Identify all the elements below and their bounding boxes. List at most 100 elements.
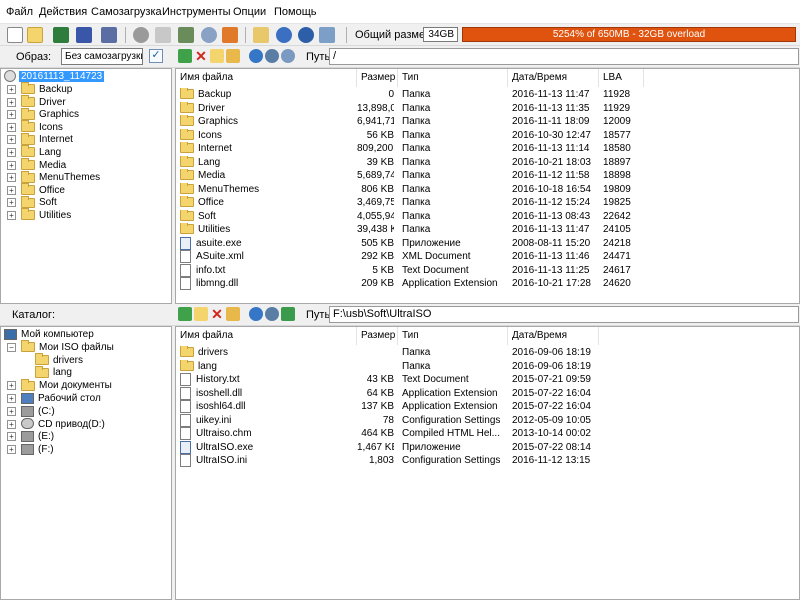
- table-row[interactable]: Graphics 6,941,717 KB Папка 2016-11-11 18:0…: [176, 115, 799, 129]
- iso-tree-root[interactable]: 20161113_114723: [4, 70, 105, 83]
- table-row[interactable]: asuite.exe 505 KB Приложение 2008-08-11 15:…: [176, 236, 799, 251]
- local-tree-item[interactable]: + CD привод(D:): [7, 418, 105, 431]
- table-row[interactable]: UltraISO.exe 1,467 KB Приложение 2015-07-22…: [176, 440, 799, 455]
- expand-icon[interactable]: +: [7, 211, 16, 220]
- col-header-type[interactable]: Тип: [398, 327, 508, 345]
- iso-tree-item[interactable]: + Driver: [7, 94, 66, 109]
- local-tree-item[interactable]: lang: [21, 365, 72, 379]
- local-tree-item[interactable]: + Мои документы: [7, 378, 112, 392]
- table-row[interactable]: Driver 13,898,062 ... Папка 2016-11-13 11:3…: [176, 101, 799, 116]
- info-icon[interactable]: [253, 27, 269, 43]
- iso-tree-item[interactable]: + Media: [7, 157, 66, 172]
- up-arrow-icon[interactable]: [178, 307, 192, 321]
- expand-icon[interactable]: +: [7, 185, 16, 195]
- expand-icon[interactable]: +: [7, 97, 16, 107]
- iso-tree-item[interactable]: + Backup: [7, 82, 72, 96]
- gear-icon[interactable]: [265, 49, 279, 63]
- table-row[interactable]: Media 5,689,747 KB Папка 2016-11-12 11:58 18…: [176, 169, 799, 183]
- iso-tree-item[interactable]: + Office: [7, 183, 65, 197]
- check-icon[interactable]: ✓: [149, 49, 163, 63]
- iso-path-field[interactable]: /: [329, 48, 799, 65]
- burn-icon[interactable]: [201, 27, 217, 43]
- expand-icon[interactable]: +: [7, 381, 16, 391]
- iso-tree-item[interactable]: + Internet: [7, 132, 73, 146]
- table-row[interactable]: lang Папка 2016-09-06 18:19: [176, 359, 799, 374]
- save-as-icon[interactable]: [76, 27, 92, 43]
- globe-icon[interactable]: [249, 49, 263, 63]
- table-row[interactable]: libmng.dll 209 KB Application Extension 201…: [176, 277, 799, 291]
- boot-field[interactable]: Без самозагрузки: [61, 48, 143, 65]
- expand-icon[interactable]: +: [7, 173, 16, 183]
- catalog-path-field[interactable]: F:\usb\Soft\UltraISO: [329, 306, 799, 323]
- close-icon[interactable]: [319, 27, 335, 43]
- table-row[interactable]: MenuThemes 806 KB Папка 2016-10-18 16:54 198…: [176, 182, 799, 197]
- expand-icon[interactable]: +: [7, 406, 16, 416]
- table-row[interactable]: info.txt 5 KB Text Document 2016-11-13 11:2…: [176, 263, 799, 278]
- expand-icon[interactable]: −: [7, 342, 16, 352]
- extract-icon[interactable]: [133, 27, 149, 43]
- table-row[interactable]: History.txt 43 KB Text Document 2015-07-21 …: [176, 373, 799, 387]
- table-row[interactable]: ASuite.xml 292 KB XML Document 2016-11-13 1…: [176, 250, 799, 264]
- local-tree-item[interactable]: + Рабочий стол: [7, 392, 101, 405]
- table-row[interactable]: Ultraiso.chm 464 KB Compiled HTML Hel... 20…: [176, 427, 799, 441]
- expand-icon[interactable]: +: [7, 135, 16, 145]
- table-row[interactable]: Lang 39 KB Папка 2016-10-21 18:03 18897: [176, 155, 799, 170]
- table-row[interactable]: Backup 0 Папка 2016-11-13 11:47 11928: [176, 88, 799, 102]
- expand-icon[interactable]: +: [7, 432, 16, 442]
- open-icon[interactable]: [27, 27, 43, 43]
- save-icon[interactable]: [53, 27, 69, 43]
- table-row[interactable]: isoshl64.dll 137 KB Application Extension 2…: [176, 400, 799, 414]
- gear-icon[interactable]: [265, 307, 279, 321]
- col-header-name[interactable]: Имя файла: [176, 327, 357, 345]
- new-folder-icon[interactable]: [210, 49, 224, 63]
- menu-file[interactable]: Файл: [6, 6, 33, 18]
- refresh-icon[interactable]: [281, 307, 295, 321]
- col-header-size[interactable]: Размер: [357, 327, 398, 345]
- menu-boot[interactable]: Самозагрузка: [91, 6, 162, 18]
- rename-icon[interactable]: [226, 307, 240, 321]
- expand-icon[interactable]: +: [7, 110, 16, 120]
- iso-tree-item[interactable]: + Graphics: [7, 107, 79, 121]
- menu-actions[interactable]: Действия: [39, 6, 87, 18]
- iso-tree-item[interactable]: + Icons: [7, 120, 63, 134]
- refresh-icon[interactable]: [281, 49, 295, 63]
- globe-icon[interactable]: [249, 307, 263, 321]
- menu-help[interactable]: Помощь: [274, 6, 317, 18]
- properties-icon[interactable]: [222, 27, 238, 43]
- table-row[interactable]: Utilities 39,438 KB Папка 2016-11-13 11:47 2…: [176, 223, 799, 237]
- expand-icon[interactable]: +: [7, 160, 16, 170]
- expand-icon[interactable]: +: [7, 122, 16, 132]
- expand-icon[interactable]: +: [7, 85, 16, 94]
- expand-icon[interactable]: +: [7, 394, 16, 403]
- table-row[interactable]: Internet 809,200 KB Папка 2016-11-13 11:14 1…: [176, 142, 799, 156]
- expand-icon[interactable]: +: [7, 148, 16, 157]
- exit-icon[interactable]: [298, 27, 314, 43]
- table-row[interactable]: UltraISO.ini 1,803 Configuration Settings 2…: [176, 454, 799, 468]
- expand-icon[interactable]: +: [7, 445, 16, 455]
- delete-icon[interactable]: ✕: [194, 49, 208, 63]
- mount-icon[interactable]: [178, 27, 194, 43]
- col-header-type[interactable]: Тип: [398, 69, 508, 87]
- menu-tools[interactable]: Инструменты: [162, 6, 231, 18]
- col-header-date[interactable]: Дата/Время: [508, 327, 599, 345]
- expand-icon[interactable]: +: [7, 419, 16, 429]
- col-header-size[interactable]: Размер: [357, 69, 398, 87]
- add-icon[interactable]: [155, 27, 171, 43]
- rename-icon[interactable]: [226, 49, 240, 63]
- help-icon[interactable]: [276, 27, 292, 43]
- local-tree-item[interactable]: + (F:): [7, 443, 54, 456]
- local-tree-item[interactable]: Мой компьютер: [4, 328, 94, 341]
- iso-tree-item[interactable]: + Soft: [7, 195, 57, 209]
- expand-icon[interactable]: +: [7, 198, 16, 208]
- table-row[interactable]: isoshell.dll 64 KB Application Extension 20…: [176, 386, 799, 401]
- table-row[interactable]: uikey.ini 78 Configuration Settings 2012-05…: [176, 413, 799, 428]
- iso-tree-item[interactable]: + Utilities: [7, 208, 71, 222]
- table-row[interactable]: drivers Папка 2016-09-06 18:19: [176, 346, 799, 360]
- table-row[interactable]: Soft 4,055,941 KB Папка 2016-11-13 08:43 226…: [176, 209, 799, 224]
- delete-icon[interactable]: ✕: [210, 307, 224, 321]
- local-tree-item[interactable]: + (E:): [7, 430, 54, 443]
- menu-options[interactable]: Опции: [233, 6, 266, 18]
- table-row[interactable]: Icons 56 KB Папка 2016-10-30 12:47 18577: [176, 128, 799, 143]
- local-tree-item[interactable]: + (C:): [7, 405, 55, 418]
- new-icon[interactable]: [7, 27, 23, 43]
